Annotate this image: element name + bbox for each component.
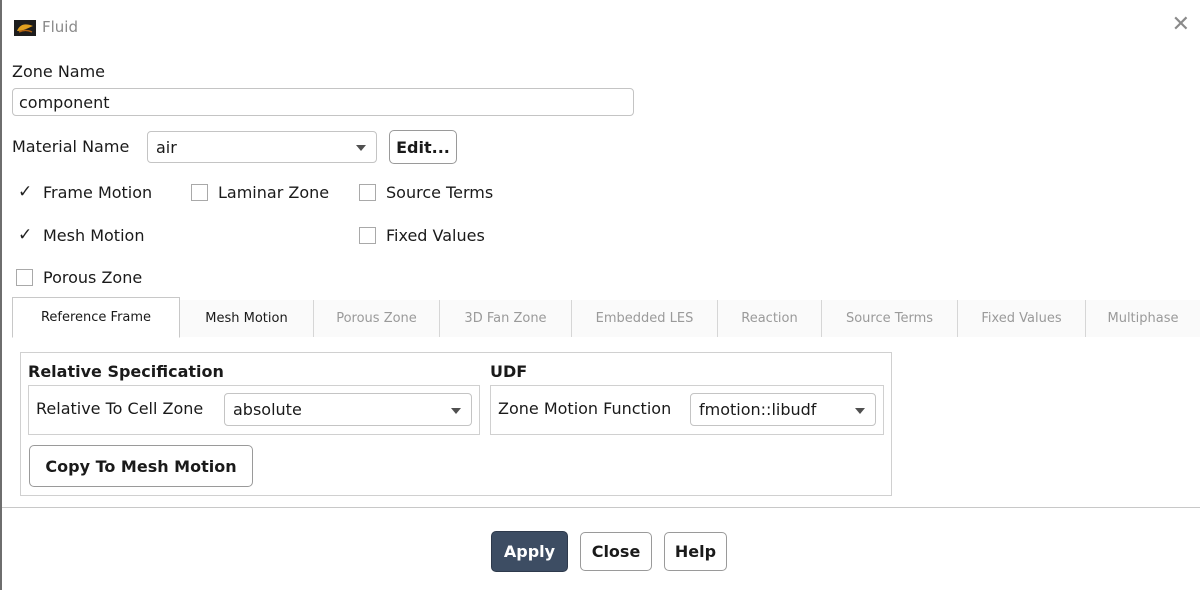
tab-bar: Reference Frame Mesh Motion Porous Zone … [12, 297, 1200, 338]
edit-material-button[interactable]: Edit... [389, 130, 457, 164]
close-icon[interactable]: ✕ [1172, 14, 1190, 36]
checkbox-box [16, 269, 33, 286]
fluent-app-icon [14, 20, 36, 36]
udf-title: UDF [490, 362, 528, 381]
zone-name-value: component [19, 92, 110, 112]
zone-name-input[interactable]: component [12, 88, 634, 116]
fluid-dialog: Fluid ✕ Zone Name component Material Nam… [0, 0, 1200, 590]
zone-motion-function-dropdown[interactable]: fmotion::libudf [690, 393, 876, 426]
zone-motion-function-label: Zone Motion Function [498, 399, 672, 418]
checkmark-icon: ✓ [18, 225, 33, 245]
mesh-motion-label: Mesh Motion [43, 226, 145, 245]
porous-zone-label: Porous Zone [43, 268, 143, 287]
tab-mesh-motion[interactable]: Mesh Motion [180, 300, 314, 337]
porous-zone-checkbox[interactable]: Porous Zone [16, 268, 142, 287]
material-name-label: Material Name [12, 137, 130, 156]
laminar-zone-label: Laminar Zone [218, 183, 330, 202]
zone-motion-function-value: fmotion::libudf [699, 400, 817, 419]
mesh-motion-checkbox[interactable]: ✓ Mesh Motion [16, 225, 145, 245]
close-button[interactable]: Close [580, 532, 652, 571]
checkbox-box [359, 227, 376, 244]
tab-reaction: Reaction [718, 300, 822, 337]
help-button[interactable]: Help [664, 532, 727, 571]
window-title: Fluid [42, 18, 78, 36]
tab-source-terms: Source Terms [822, 300, 958, 337]
title-bar: Fluid ✕ [2, 0, 1200, 56]
checkbox-box [191, 184, 208, 201]
tab-fixed-values: Fixed Values [958, 300, 1086, 337]
tab-porous-zone: Porous Zone [314, 300, 440, 337]
checkbox-box [359, 184, 376, 201]
relative-to-cell-zone-value: absolute [233, 400, 302, 419]
relative-to-cell-zone-dropdown[interactable]: absolute [224, 393, 472, 426]
source-terms-checkbox[interactable]: Source Terms [359, 183, 493, 202]
checkbox-box: ✓ [16, 225, 33, 245]
fixed-values-checkbox[interactable]: Fixed Values [359, 226, 485, 245]
material-name-value: air [156, 137, 177, 157]
tab-embedded-les: Embedded LES [572, 300, 718, 337]
tab-3d-fan-zone: 3D Fan Zone [440, 300, 572, 337]
dropdown-arrow-icon [855, 407, 865, 414]
material-name-dropdown[interactable]: air [147, 131, 377, 163]
relative-to-cell-zone-label: Relative To Cell Zone [36, 399, 204, 418]
relative-specification-title: Relative Specification [28, 362, 224, 381]
frame-motion-label: Frame Motion [43, 183, 153, 202]
apply-button[interactable]: Apply [491, 531, 568, 572]
laminar-zone-checkbox[interactable]: Laminar Zone [191, 183, 329, 202]
source-terms-label: Source Terms [386, 183, 494, 202]
dropdown-arrow-icon [356, 145, 366, 151]
dropdown-arrow-icon [451, 407, 461, 414]
frame-motion-checkbox[interactable]: ✓ Frame Motion [16, 182, 153, 202]
tab-multiphase: Multiphase [1086, 300, 1200, 337]
checkbox-box: ✓ [16, 182, 33, 202]
copy-to-mesh-motion-button[interactable]: Copy To Mesh Motion [29, 445, 253, 487]
tab-reference-frame[interactable]: Reference Frame [12, 297, 180, 338]
checkmark-icon: ✓ [18, 182, 33, 202]
zone-name-label: Zone Name [12, 62, 106, 81]
fixed-values-label: Fixed Values [386, 226, 485, 245]
footer-divider [2, 507, 1200, 508]
